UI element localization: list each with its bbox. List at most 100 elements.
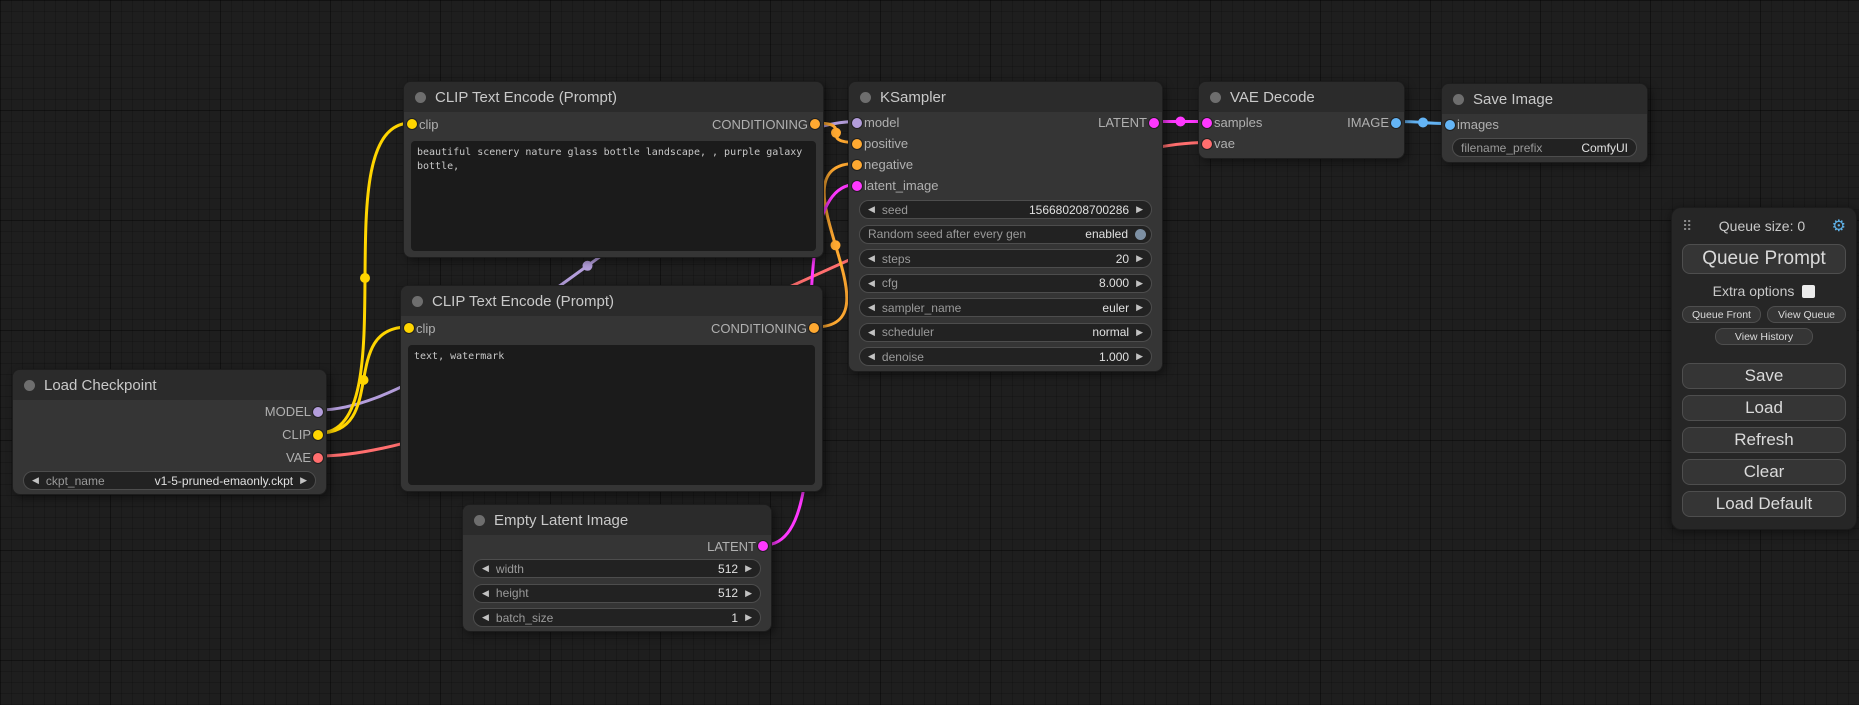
node-title-bar[interactable]: KSampler [849, 82, 1162, 112]
prompt-textarea[interactable]: text, watermark [408, 345, 815, 485]
output-label-conditioning: CONDITIONING [711, 321, 807, 336]
widget-width[interactable]: ◀ width 512 ▶ [473, 559, 761, 578]
view-queue-button[interactable]: View Queue [1767, 306, 1846, 323]
left-arrow-icon[interactable]: ◀ [482, 613, 489, 622]
output-dot-clip[interactable] [313, 430, 323, 440]
left-arrow-icon[interactable]: ◀ [868, 352, 875, 361]
load-default-button[interactable]: Load Default [1682, 491, 1846, 517]
queue-front-button[interactable]: Queue Front [1682, 306, 1761, 323]
right-arrow-icon[interactable]: ▶ [745, 564, 752, 573]
right-arrow-icon[interactable]: ▶ [745, 613, 752, 622]
node-title: VAE Decode [1230, 89, 1315, 106]
output-dot-image[interactable] [1391, 118, 1401, 128]
prompt-textarea[interactable]: beautiful scenery nature glass bottle la… [411, 141, 816, 251]
queue-buttons-row: Queue Front View Queue [1682, 306, 1846, 323]
slot-row-samples-image: samples IMAGE [1199, 112, 1404, 133]
slot-row-vae: vae [1199, 133, 1404, 154]
node-vae-decode[interactable]: VAE Decode samples IMAGE vae [1198, 81, 1405, 159]
output-dot-conditioning[interactable] [810, 119, 820, 129]
widget-name: width [496, 562, 711, 576]
right-arrow-icon[interactable]: ▶ [300, 476, 307, 485]
collapse-dot[interactable] [415, 92, 426, 103]
left-arrow-icon[interactable]: ◀ [32, 476, 39, 485]
input-dot-images[interactable] [1445, 120, 1455, 130]
widget-height[interactable]: ◀ height 512 ▶ [473, 584, 761, 603]
widget-name: cfg [882, 276, 1092, 290]
collapse-dot[interactable] [1453, 94, 1464, 105]
node-ksampler[interactable]: KSampler model LATENT positive negative … [848, 81, 1163, 372]
load-button[interactable]: Load [1682, 395, 1846, 421]
node-title-bar[interactable]: VAE Decode [1199, 82, 1404, 112]
drag-handle-icon[interactable]: ⠿ [1682, 218, 1692, 235]
input-dot-positive[interactable] [852, 139, 862, 149]
settings-gear-icon[interactable]: ⚙ [1832, 216, 1846, 236]
clear-button[interactable]: Clear [1682, 459, 1846, 485]
toggle-dot[interactable] [1135, 229, 1146, 240]
left-arrow-icon[interactable]: ◀ [868, 205, 875, 214]
input-label-clip: clip [419, 117, 439, 132]
node-title-bar[interactable]: Save Image [1442, 84, 1647, 114]
widget-random-seed-toggle[interactable]: Random seed after every gen enabled [859, 225, 1152, 244]
input-dot-latent-image[interactable] [852, 181, 862, 191]
node-title-bar[interactable]: CLIP Text Encode (Prompt) [401, 286, 822, 316]
right-arrow-icon[interactable]: ▶ [1136, 254, 1143, 263]
widget-value: 512 [718, 562, 738, 576]
refresh-button[interactable]: Refresh [1682, 427, 1846, 453]
extra-options-checkbox[interactable] [1802, 285, 1815, 298]
input-dot-samples[interactable] [1202, 118, 1212, 128]
view-history-button[interactable]: View History [1715, 328, 1813, 345]
input-dot-vae[interactable] [1202, 139, 1212, 149]
widget-steps[interactable]: ◀ steps 20 ▶ [859, 249, 1152, 268]
widget-ckpt-name[interactable]: ◀ ckpt_name v1-5-pruned-emaonly.ckpt ▶ [23, 471, 316, 490]
output-label-image: IMAGE [1347, 115, 1389, 130]
collapse-dot[interactable] [474, 515, 485, 526]
node-clip-text-encode-negative[interactable]: CLIP Text Encode (Prompt) clip CONDITION… [400, 285, 823, 492]
right-arrow-icon[interactable]: ▶ [1136, 303, 1143, 312]
left-arrow-icon[interactable]: ◀ [868, 328, 875, 337]
output-dot-latent[interactable] [758, 541, 768, 551]
collapse-dot[interactable] [412, 296, 423, 307]
left-arrow-icon[interactable]: ◀ [482, 589, 489, 598]
widget-scheduler[interactable]: ◀ scheduler normal ▶ [859, 323, 1152, 342]
right-arrow-icon[interactable]: ▶ [1136, 205, 1143, 214]
node-clip-text-encode-positive[interactable]: CLIP Text Encode (Prompt) clip CONDITION… [403, 81, 824, 258]
output-dot-latent[interactable] [1149, 118, 1159, 128]
node-title: CLIP Text Encode (Prompt) [432, 293, 614, 310]
collapse-dot[interactable] [1210, 92, 1221, 103]
widget-denoise[interactable]: ◀ denoise 1.000 ▶ [859, 347, 1152, 366]
output-dot-conditioning[interactable] [809, 323, 819, 333]
slot-row-clip: CLIP [13, 423, 326, 446]
node-load-checkpoint[interactable]: Load Checkpoint MODEL CLIP VAE ◀ ckpt_na… [12, 369, 327, 495]
right-arrow-icon[interactable]: ▶ [1136, 328, 1143, 337]
input-label-clip: clip [416, 321, 436, 336]
left-arrow-icon[interactable]: ◀ [868, 254, 875, 263]
node-save-image[interactable]: Save Image images filename_prefix ComfyU… [1441, 83, 1648, 163]
widget-batch-size[interactable]: ◀ batch_size 1 ▶ [473, 608, 761, 627]
widget-sampler-name[interactable]: ◀ sampler_name euler ▶ [859, 298, 1152, 317]
widget-filename-prefix[interactable]: filename_prefix ComfyUI [1452, 138, 1637, 157]
left-arrow-icon[interactable]: ◀ [482, 564, 489, 573]
node-graph-canvas[interactable]: Load Checkpoint MODEL CLIP VAE ◀ ckpt_na… [0, 0, 1859, 705]
right-arrow-icon[interactable]: ▶ [745, 589, 752, 598]
collapse-dot[interactable] [860, 92, 871, 103]
widget-cfg[interactable]: ◀ cfg 8.000 ▶ [859, 274, 1152, 293]
left-arrow-icon[interactable]: ◀ [868, 279, 875, 288]
node-title-bar[interactable]: Empty Latent Image [463, 505, 771, 535]
input-dot-model[interactable] [852, 118, 862, 128]
input-dot-clip[interactable] [404, 323, 414, 333]
node-title: Load Checkpoint [44, 377, 157, 394]
node-title-bar[interactable]: CLIP Text Encode (Prompt) [404, 82, 823, 112]
output-dot-model[interactable] [313, 407, 323, 417]
queue-prompt-button[interactable]: Queue Prompt [1682, 244, 1846, 274]
output-dot-vae[interactable] [313, 453, 323, 463]
save-button[interactable]: Save [1682, 363, 1846, 389]
input-dot-negative[interactable] [852, 160, 862, 170]
node-title-bar[interactable]: Load Checkpoint [13, 370, 326, 400]
collapse-dot[interactable] [24, 380, 35, 391]
right-arrow-icon[interactable]: ▶ [1136, 352, 1143, 361]
widget-seed[interactable]: ◀ seed 156680208700286 ▶ [859, 200, 1152, 219]
left-arrow-icon[interactable]: ◀ [868, 303, 875, 312]
right-arrow-icon[interactable]: ▶ [1136, 279, 1143, 288]
node-empty-latent-image[interactable]: Empty Latent Image LATENT ◀ width 512 ▶ … [462, 504, 772, 632]
input-dot-clip[interactable] [407, 119, 417, 129]
